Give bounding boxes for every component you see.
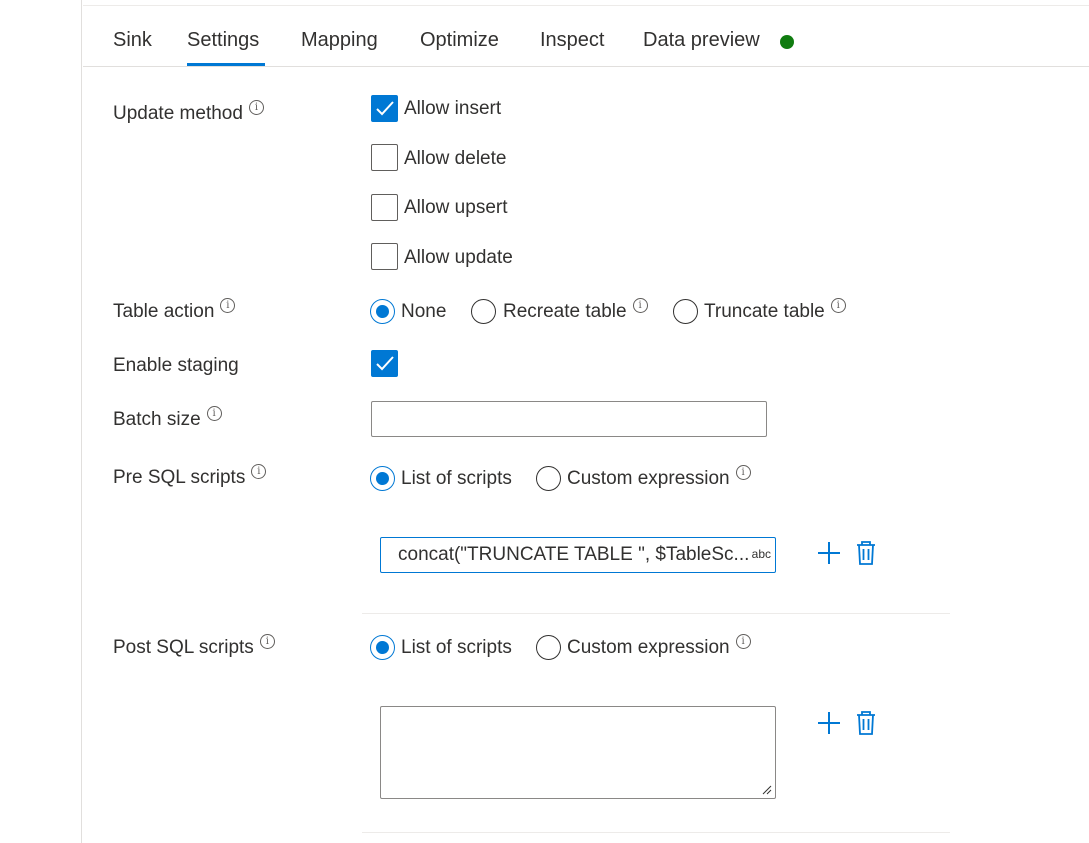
allow-insert-label: Allow insert (404, 98, 502, 119)
tab-sink[interactable]: Sink (113, 29, 152, 52)
trash-icon[interactable] (855, 541, 877, 571)
post-sql-custom-radio[interactable] (536, 635, 561, 660)
table-action-label: Table action i (113, 298, 236, 323)
post-sql-list-radio[interactable] (370, 635, 395, 660)
batch-size-text: Batch size (113, 409, 201, 430)
post-sql-text: Post SQL scripts (113, 637, 254, 658)
post-sql-label: Post SQL scripts i (113, 634, 275, 659)
info-icon[interactable]: i (259, 634, 275, 649)
plus-icon[interactable] (817, 711, 841, 740)
tab-data-preview[interactable]: Data preview (643, 29, 760, 52)
table-action-none-label: None (401, 301, 447, 322)
enable-staging-checkbox[interactable] (371, 350, 398, 377)
info-icon[interactable]: i (220, 298, 236, 313)
allow-delete-checkbox[interactable] (371, 144, 398, 171)
allow-update-checkbox[interactable] (371, 243, 398, 270)
allow-update-label: Allow update (404, 247, 513, 268)
table-action-recreate-radio[interactable] (471, 299, 496, 324)
info-icon[interactable]: i (248, 100, 264, 115)
update-method-label: Update method i (113, 100, 264, 125)
tab-inspect[interactable]: Inspect (540, 29, 604, 52)
pre-sql-custom-label: Custom expression i (567, 465, 751, 490)
pre-sql-script-value: concat("TRUNCATE TABLE ", $TableSc... (398, 544, 750, 565)
checkmark-icon (376, 101, 394, 116)
post-sql-custom-text: Custom expression (567, 637, 730, 658)
info-icon[interactable]: i (632, 298, 648, 313)
active-tab-indicator (187, 63, 265, 66)
tab-optimize[interactable]: Optimize (420, 29, 499, 52)
pre-sql-script-input[interactable]: concat("TRUNCATE TABLE ", $TableSc... ab… (380, 537, 776, 573)
tab-mapping[interactable]: Mapping (301, 29, 378, 52)
table-action-truncate-label: Truncate table i (704, 298, 846, 323)
allow-upsert-label: Allow upsert (404, 197, 508, 218)
recreate-table-text: Recreate table (503, 301, 627, 322)
table-action-text: Table action (113, 301, 215, 322)
info-icon[interactable]: i (251, 464, 267, 479)
info-icon[interactable]: i (830, 298, 846, 313)
post-sql-list-label: List of scripts (401, 637, 512, 658)
status-dot (780, 35, 794, 49)
pre-sql-custom-radio[interactable] (536, 466, 561, 491)
post-sql-custom-label: Custom expression i (567, 634, 751, 659)
left-rail (0, 0, 82, 843)
resize-grip-icon[interactable] (760, 783, 772, 795)
section-divider (362, 613, 950, 614)
pre-sql-list-radio[interactable] (370, 466, 395, 491)
table-action-truncate-radio[interactable] (673, 299, 698, 324)
allow-delete-label: Allow delete (404, 148, 507, 169)
allow-upsert-checkbox[interactable] (371, 194, 398, 221)
checkmark-icon (376, 356, 394, 371)
batch-size-input[interactable] (371, 401, 767, 437)
pre-sql-text: Pre SQL scripts (113, 467, 246, 488)
tab-bar: Sink Settings Mapping Optimize Inspect D… (83, 6, 1089, 67)
pre-sql-label: Pre SQL scripts i (113, 464, 267, 489)
expression-type-badge: abc (751, 547, 771, 561)
info-icon[interactable]: i (735, 465, 751, 480)
post-sql-script-textarea[interactable] (380, 706, 776, 799)
allow-insert-checkbox[interactable] (371, 95, 398, 122)
pre-sql-list-label: List of scripts (401, 468, 512, 489)
plus-icon[interactable] (817, 541, 841, 570)
truncate-table-text: Truncate table (704, 301, 825, 322)
batch-size-label: Batch size i (113, 406, 222, 431)
update-method-text: Update method (113, 103, 243, 124)
table-action-none-radio[interactable] (370, 299, 395, 324)
section-divider (362, 832, 950, 833)
enable-staging-label: Enable staging (113, 355, 239, 376)
table-action-recreate-label: Recreate table i (503, 298, 648, 323)
tab-settings[interactable]: Settings (187, 29, 259, 52)
trash-icon[interactable] (855, 711, 877, 741)
info-icon[interactable]: i (735, 634, 751, 649)
info-icon[interactable]: i (206, 406, 222, 421)
pre-sql-custom-text: Custom expression (567, 468, 730, 489)
